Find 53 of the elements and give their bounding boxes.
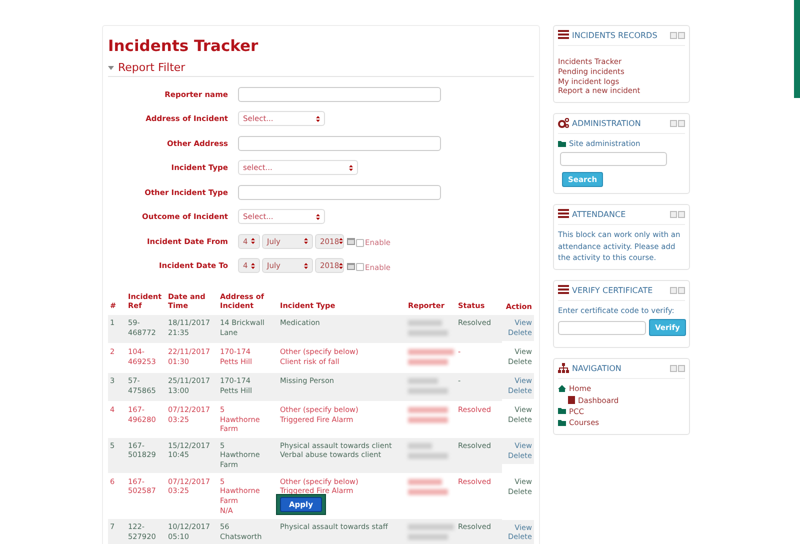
blurred-text — [408, 534, 448, 540]
calendar-icon[interactable] — [347, 237, 355, 246]
text-field[interactable] — [238, 86, 441, 102]
block-title: VERIFY CERTIFICATE — [572, 285, 654, 297]
block-controls-icon[interactable] — [670, 287, 685, 294]
blurred-text — [408, 348, 454, 355]
enable-checkbox[interactable] — [356, 263, 364, 272]
blurred-text — [408, 406, 448, 413]
block-title: NAVIGATION — [572, 363, 622, 376]
search-field[interactable] — [560, 152, 667, 166]
block-title: INCIDENTS RECORDS — [572, 30, 658, 42]
report-filter-toggle[interactable]: Report Filter — [108, 61, 186, 74]
blurred-text — [408, 388, 448, 394]
block-controls-icon[interactable] — [670, 211, 685, 218]
home-icon — [558, 385, 566, 392]
text-field[interactable] — [238, 136, 441, 151]
menu-icon — [558, 30, 569, 39]
text-field[interactable] — [238, 184, 441, 200]
up-down-arrow-icon — [251, 238, 255, 244]
up-down-arrow-icon — [316, 116, 320, 122]
blurred-text — [408, 488, 448, 495]
block-controls-icon[interactable] — [670, 32, 685, 39]
page-icon — [568, 396, 575, 404]
block-title: ADMINISTRATION — [572, 118, 642, 130]
up-down-arrow-icon — [349, 164, 353, 171]
block-controls-icon[interactable] — [670, 365, 685, 372]
blurred-text — [408, 330, 448, 336]
blurred-text — [408, 320, 442, 326]
up-down-arrow-icon — [304, 262, 308, 269]
calendar-icon[interactable] — [347, 262, 355, 270]
up-down-arrow-icon — [339, 238, 344, 244]
enable-checkbox[interactable] — [356, 238, 364, 247]
up-down-arrow-icon — [251, 262, 255, 269]
settings-icon — [558, 118, 569, 128]
up-down-arrow-icon — [339, 262, 344, 269]
blurred-text — [408, 452, 448, 459]
certificate-code-field[interactable] — [558, 320, 646, 335]
caret-icon — [108, 66, 114, 70]
folder-icon — [558, 140, 566, 147]
blurred-text — [408, 524, 454, 530]
blurred-text — [408, 358, 448, 365]
blurred-text — [408, 442, 432, 449]
up-down-arrow-icon — [304, 238, 308, 244]
page-title: Incidents Tracker — [108, 37, 260, 55]
up-down-arrow-icon — [316, 214, 320, 220]
blurred-text — [408, 378, 438, 384]
blurred-text — [408, 416, 448, 423]
blurred-text — [408, 478, 442, 485]
menu-icon — [558, 209, 569, 218]
menu-icon — [558, 285, 569, 294]
block-controls-icon[interactable] — [670, 120, 685, 127]
block-title: ATTENDANCE — [572, 209, 627, 222]
sitemap-icon — [558, 363, 569, 374]
